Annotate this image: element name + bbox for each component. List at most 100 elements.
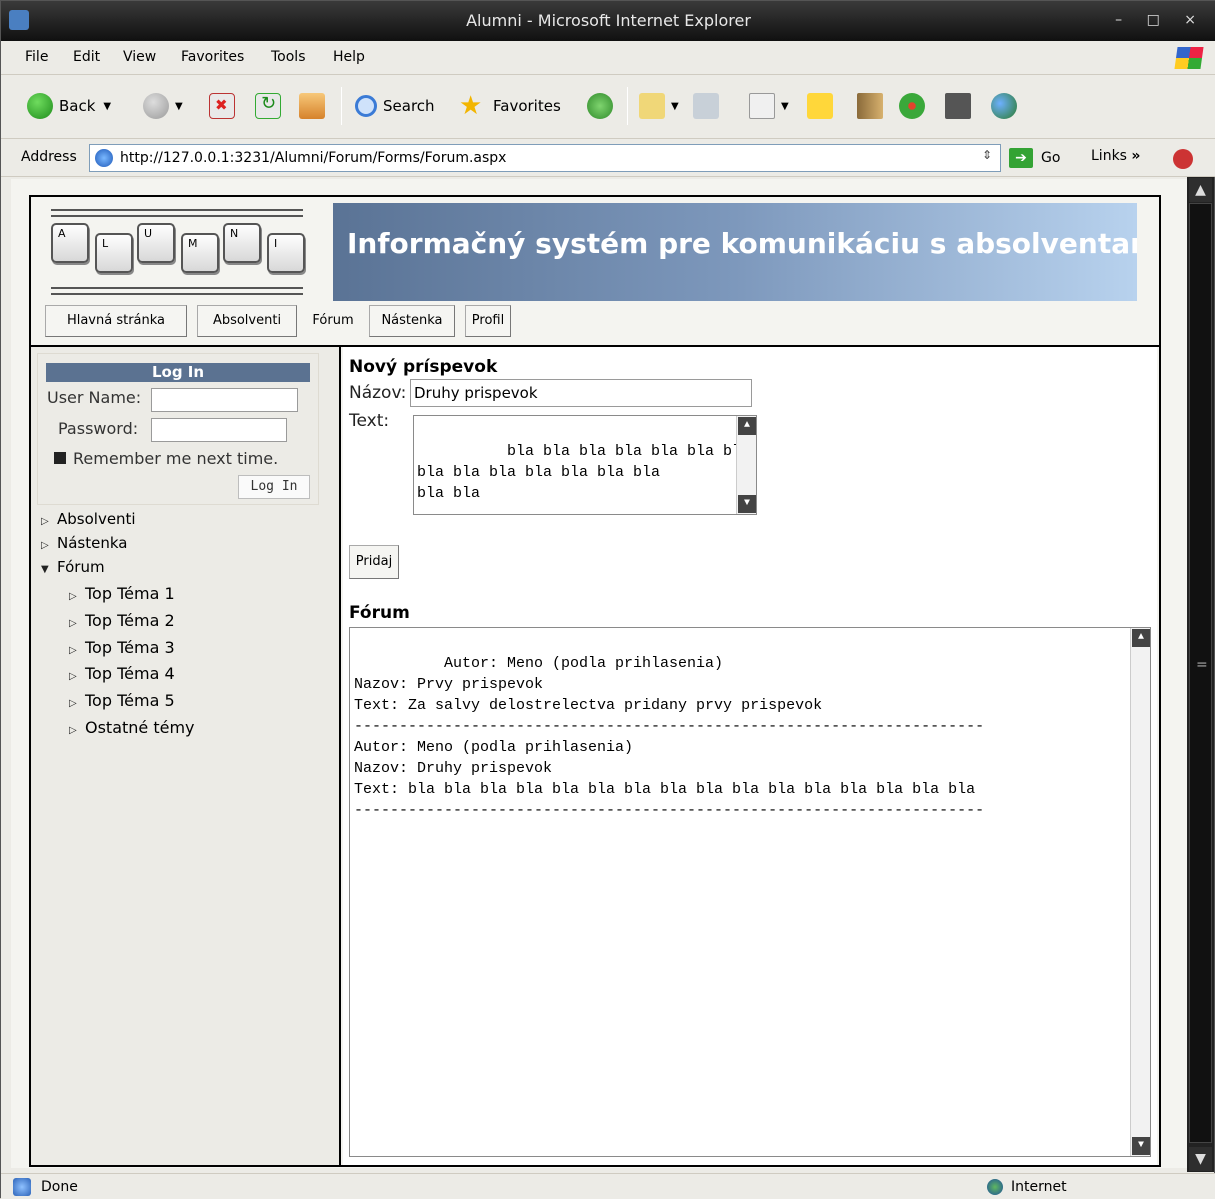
print-button[interactable] [693,91,725,121]
favorites-label: Favorites [493,97,561,115]
extension-red-icon[interactable] [1173,149,1193,169]
messenger-icon [991,93,1017,119]
menu-view[interactable]: View [123,49,156,65]
scroll-down-icon[interactable]: ▼ [1132,1137,1150,1155]
title-bar: Alumni - Microsoft Internet Explorer – □… [1,1,1215,41]
tree-item-top-tema-1[interactable]: ▷ Top Téma 1 [69,584,175,603]
expand-arrow-icon: ▷ [69,591,77,602]
page-frame: A L U M N I Informačný systém pre komuni… [29,195,1161,1167]
dropdown-icon[interactable]: ⇕ [982,148,992,162]
text-textarea[interactable]: bla bla bla bla bla bla bla bla bla bla … [413,415,757,515]
go-button[interactable]: ➔ Go [1009,148,1060,168]
left-sidebar: Log In User Name: Password: Remember me … [31,347,341,1165]
tree-item-top-tema-4[interactable]: ▷ Top Téma 4 [69,664,175,683]
research-button[interactable] [857,91,889,121]
links-label: Links [1091,148,1127,164]
textarea-scrollbar[interactable]: ▲ ▼ [736,416,756,514]
go-arrow-icon: ➔ [1009,148,1033,168]
nav-profil-button[interactable]: Profil [465,305,511,337]
login-button[interactable]: Log In [238,475,310,499]
tree-item-nastenka[interactable]: ▷ Nástenka [41,534,127,552]
forum-posts-textarea[interactable]: Autor: Meno (podla prihlasenia) Nazov: P… [349,627,1151,1157]
window-controls[interactable]: – □ × [1115,12,1206,28]
stop-button[interactable] [209,91,241,121]
back-button[interactable]: Back ▼ [27,91,111,121]
new-post-heading: Nový príspevok [349,357,498,377]
nav-forum-button[interactable]: Fórum [307,305,359,337]
history-button[interactable] [587,91,619,121]
tree-label: Nástenka [57,534,128,552]
scroll-up-icon[interactable]: ▲ [1132,629,1150,647]
forward-arrow-icon [143,93,169,119]
page-scrollbar[interactable]: ▲ = ▼ [1187,177,1214,1172]
tree-item-top-tema-5[interactable]: ▷ Top Téma 5 [69,691,175,710]
site-banner: Informačný systém pre komunikáciu s abso… [333,203,1137,301]
title-label: Názov: [349,383,407,403]
extension-button[interactable] [945,91,977,121]
menu-help[interactable]: Help [333,49,365,65]
scroll-up-icon[interactable]: ▲ [1189,178,1212,202]
menu-tools[interactable]: Tools [271,49,306,65]
expand-arrow-icon: ▷ [69,725,77,736]
remember-label: Remember me next time. [73,449,279,468]
links-button[interactable]: Links » [1091,148,1140,164]
menu-edit[interactable]: Edit [73,49,100,65]
alumni-logo: A L U M N I [47,209,307,299]
scroll-down-icon[interactable]: ▼ [1189,1147,1212,1171]
refresh-button[interactable] [255,91,287,121]
address-input[interactable]: http://127.0.0.1:3231/Alumni/Forum/Forms… [89,144,1001,172]
address-label: Address [21,149,77,165]
home-button[interactable] [299,91,331,121]
password-input[interactable] [151,418,287,442]
scroll-up-icon[interactable]: ▲ [738,417,756,435]
icq-button[interactable] [899,91,931,121]
refresh-icon [255,93,281,119]
nav-nastenka-button[interactable]: Nástenka [369,305,455,337]
nav-home-button[interactable]: Hlavná stránka [45,305,187,337]
title-input[interactable]: Druhy prispevok [410,379,752,407]
messenger-button[interactable] [991,91,1023,121]
tree-label: Ostatné témy [85,718,195,737]
scrollbar-thumb[interactable] [1189,203,1212,1143]
print-icon [693,93,719,119]
username-input[interactable] [151,388,298,412]
logo-key-l: L [95,233,133,273]
menu-bar: File Edit View Favorites Tools Help [1,41,1215,75]
forward-button[interactable]: ▼ [143,91,183,121]
expand-arrow-icon: ▷ [69,671,77,682]
menu-file[interactable]: File [25,49,48,65]
tree-label: Top Téma 4 [85,664,175,683]
status-bar: Done Internet [1,1173,1215,1199]
menu-favorites[interactable]: Favorites [181,49,244,65]
forum-heading: Fórum [349,603,410,623]
login-box: Log In User Name: Password: Remember me … [37,353,319,505]
discuss-button[interactable] [807,91,839,121]
icq-flower-icon [899,93,925,119]
edit-word-button[interactable]: ▼ [749,91,789,121]
tree-item-absolventi[interactable]: ▷ Absolventi [41,510,136,528]
address-url: http://127.0.0.1:3231/Alumni/Forum/Forms… [120,150,507,166]
text-label: Text: [349,411,390,431]
mail-button[interactable]: ▼ [639,91,679,121]
tree-item-top-tema-2[interactable]: ▷ Top Téma 2 [69,611,175,630]
search-label: Search [383,97,435,115]
back-label: Back [59,97,96,115]
search-button[interactable]: Search [355,91,435,121]
expand-arrow-icon: ▷ [41,540,49,551]
remember-checkbox[interactable] [54,452,66,464]
favorites-button[interactable]: ★ Favorites [459,91,561,121]
mail-icon [639,93,665,119]
page-viewport: A L U M N I Informačný systém pre komuni… [11,179,1187,1168]
submit-post-button[interactable]: Pridaj [349,545,399,579]
tree-item-top-tema-3[interactable]: ▷ Top Téma 3 [69,638,175,657]
forum-scrollbar[interactable]: ▲ ▼ [1130,628,1150,1156]
books-icon [857,93,883,119]
scroll-down-icon[interactable]: ▼ [738,495,756,513]
tree-label: Fórum [57,558,105,576]
nav-absolventi-button[interactable]: Absolventi [197,305,297,337]
tree-item-ostatne-temy[interactable]: ▷ Ostatné témy [69,718,195,737]
page-icon [95,149,113,167]
tree-item-forum[interactable]: ▼ Fórum [41,558,105,576]
back-arrow-icon [27,93,53,119]
forum-posts-text: Autor: Meno (podla prihlasenia) Nazov: P… [354,655,985,819]
